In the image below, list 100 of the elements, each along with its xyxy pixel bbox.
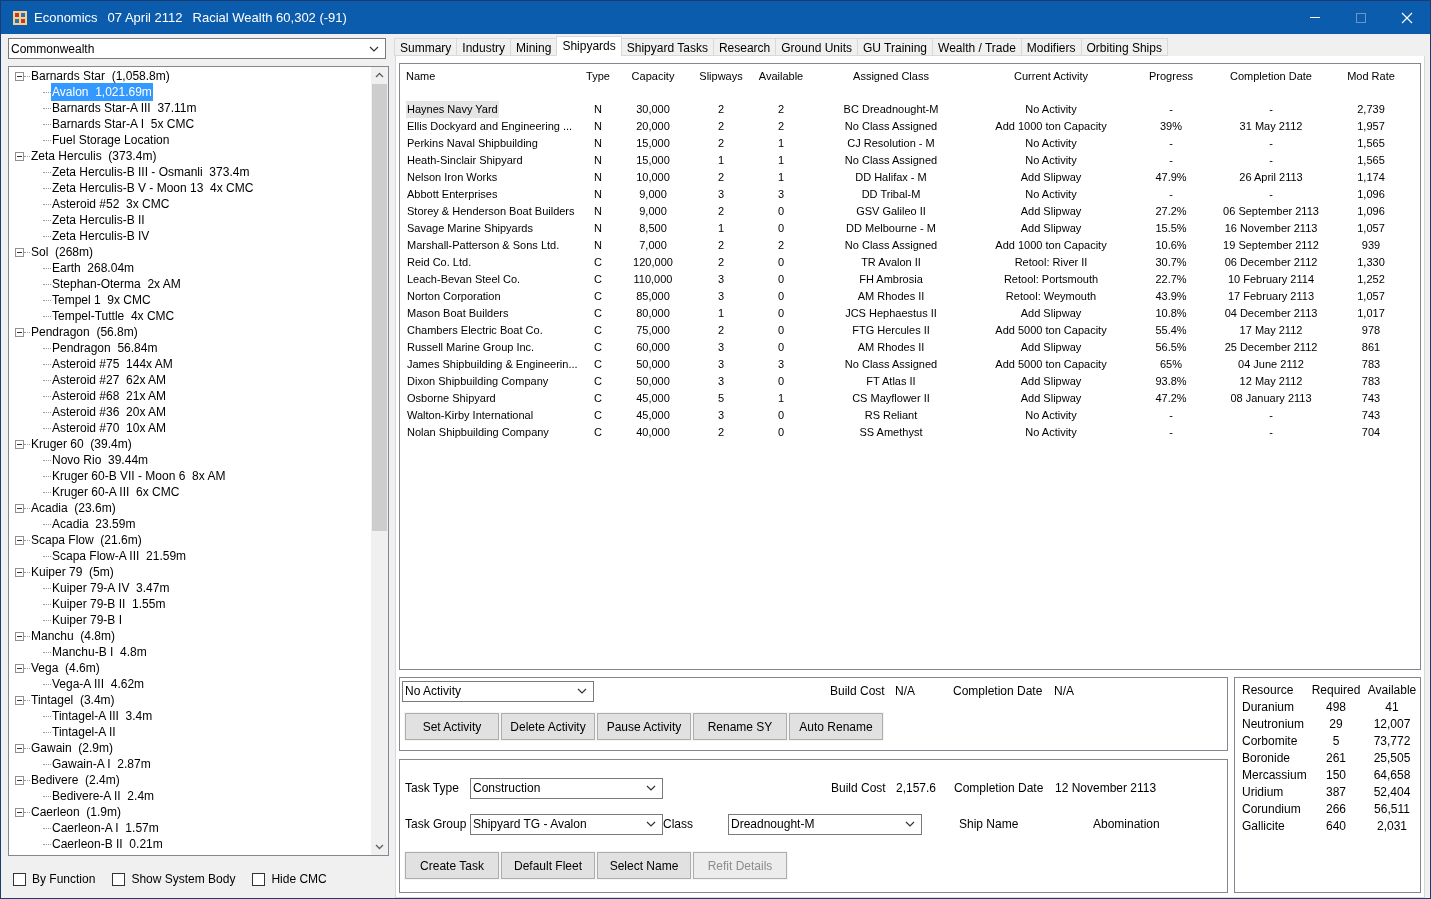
table-cell[interactable]: Leach-Bevan Steel Co. <box>406 271 522 288</box>
tree-node[interactable]: Stephan-Oterma 2x AM <box>51 275 182 293</box>
table-cell[interactable]: Abbott Enterprises <box>406 186 499 203</box>
tree-node[interactable]: Pendragon 56.84m <box>51 339 159 357</box>
collapse-icon[interactable] <box>15 247 24 257</box>
tree-node[interactable]: Fuel Storage Location <box>51 131 171 149</box>
tree-node[interactable]: Gawain-A I 2.87m <box>51 755 152 773</box>
chevron-down-icon[interactable] <box>375 844 384 850</box>
action-button[interactable]: Default Fleet <box>501 852 595 879</box>
chevron-up-icon[interactable] <box>375 72 384 78</box>
table-cell[interactable]: Storey & Henderson Boat Builders <box>406 203 576 220</box>
tree-node[interactable]: Barnards Star-A III 37.11m <box>51 99 198 117</box>
tab[interactable]: Wealth / Trade <box>932 38 1022 56</box>
table-cell[interactable]: Heath-Sinclair Shipyard <box>406 152 524 169</box>
task-type-dropdown[interactable]: Construction <box>470 777 663 799</box>
tree-node[interactable]: Asteroid #27 62x AM <box>51 371 168 389</box>
tree-node[interactable]: Manchu (4.8m) <box>30 627 117 645</box>
tree-node[interactable]: Kuiper 79-B II 1.55m <box>51 595 167 613</box>
collapse-icon[interactable] <box>15 535 24 545</box>
collapse-icon[interactable] <box>15 151 24 161</box>
tree-node[interactable]: Scapa Flow (21.6m) <box>30 531 143 549</box>
tree-node[interactable]: Zeta Herculis (373.4m) <box>30 147 158 165</box>
tree-node[interactable]: Tintagel-A II <box>51 723 117 741</box>
checkbox[interactable] <box>252 872 266 886</box>
tree-node[interactable]: Scapa Flow-A III 21.59m <box>51 547 188 565</box>
table-cell[interactable]: Norton Corporation <box>406 288 502 305</box>
empire-dropdown[interactable]: Commonwealth <box>8 38 386 59</box>
table-cell[interactable]: Reid Co. Ltd. <box>406 254 473 271</box>
class-dropdown[interactable]: Dreadnought-M <box>728 813 922 835</box>
tree-node[interactable]: Asteroid #70 10x AM <box>51 419 168 437</box>
table-cell[interactable]: Nolan Shipbuilding Company <box>406 424 550 441</box>
collapse-icon[interactable] <box>15 775 24 785</box>
tree-node[interactable]: Tintagel-A III 3.4m <box>51 707 154 725</box>
scrollbar[interactable] <box>371 67 388 855</box>
column-header[interactable]: Slipways <box>696 68 746 85</box>
tree-node[interactable]: Kruger 60-A III 6x CMC <box>51 483 181 501</box>
tab[interactable]: GU Training <box>857 38 933 56</box>
table-cell[interactable]: Perkins Naval Shipbuilding <box>406 135 539 152</box>
collapse-icon[interactable] <box>15 327 24 337</box>
close-icon[interactable] <box>1401 11 1413 24</box>
tree-node[interactable]: Tempel 1 9x CMC <box>51 291 152 309</box>
table-cell[interactable]: Dixon Shipbuilding Company <box>406 373 550 390</box>
tree-node[interactable]: Kruger 60-B VII - Moon 6 8x AM <box>51 467 227 485</box>
tree-node[interactable]: Barnards Star-A I 5x CMC <box>51 115 196 133</box>
tree-node[interactable]: Zeta Herculis-B III - Osmanli 373.4m <box>51 163 251 181</box>
collapse-icon[interactable] <box>15 439 24 449</box>
column-header[interactable]: Current Activity <box>966 68 1136 85</box>
table-cell[interactable]: Savage Marine Shipyards <box>406 220 534 237</box>
action-button[interactable]: Auto Rename <box>789 713 883 740</box>
tree-node[interactable]: Kuiper 79 (5m) <box>30 563 115 581</box>
table-cell[interactable]: Ellis Dockyard and Engineering ... <box>406 118 574 135</box>
table-cell[interactable]: Walton-Kirby International <box>406 407 535 424</box>
collapse-icon[interactable] <box>15 567 24 577</box>
tab[interactable]: Shipyard Tasks <box>620 38 714 56</box>
tree-node[interactable]: Kruger 60 (39.4m) <box>30 435 133 453</box>
tree-node[interactable]: Asteroid #68 21x AM <box>51 387 168 405</box>
tab[interactable]: Ground Units <box>775 38 858 56</box>
activity-dropdown[interactable]: No Activity <box>402 680 594 702</box>
tree-node[interactable]: Gawain (2.9m) <box>30 739 115 757</box>
tree-node[interactable]: Acadia (23.6m) <box>30 499 117 517</box>
tree-node[interactable]: Novo Rio 39.44m <box>51 451 150 469</box>
column-header[interactable]: Type <box>586 68 610 85</box>
tree-node[interactable]: Asteroid #52 3x CMC <box>51 195 171 213</box>
column-header[interactable]: Assigned Class <box>816 68 966 85</box>
tree-node[interactable]: Pendragon (56.8m) <box>30 323 139 341</box>
tree-node[interactable]: Vega (4.6m) <box>30 659 101 677</box>
table-cell[interactable]: Mason Boat Builders <box>406 305 510 322</box>
tree-node[interactable]: Kuiper 79-A IV 3.47m <box>51 579 171 597</box>
collapse-icon[interactable] <box>15 807 24 817</box>
tab[interactable]: Modifiers <box>1020 38 1082 56</box>
tab[interactable]: Orbiting Ships <box>1080 38 1168 56</box>
table-cell[interactable]: Marshall-Patterson & Sons Ltd. <box>406 237 561 254</box>
table-cell[interactable]: Osborne Shipyard <box>406 390 497 407</box>
tree-node[interactable]: Manchu-B I 4.8m <box>51 643 148 661</box>
column-header[interactable]: Progress <box>1136 68 1206 85</box>
tree-node[interactable]: Asteroid #36 20x AM <box>51 403 168 421</box>
column-header[interactable]: Capacity <box>610 68 696 85</box>
column-header[interactable]: Name <box>406 68 586 85</box>
tree-node[interactable]: Caerleon-B II 0.21m <box>51 835 164 853</box>
column-header[interactable]: Mod Rate <box>1336 68 1406 85</box>
collapse-icon[interactable] <box>15 743 24 753</box>
tree-node[interactable]: Caerleon-A I 1.57m <box>51 819 160 837</box>
tree-node[interactable]: Earth 268.04m <box>51 259 136 277</box>
tree-node[interactable]: Bedivere (2.4m) <box>30 771 121 789</box>
scroll-thumb[interactable] <box>372 84 387 531</box>
tab[interactable]: Shipyards <box>556 36 622 56</box>
action-button[interactable]: Set Activity <box>405 713 499 740</box>
action-button[interactable]: Delete Activity <box>501 713 595 740</box>
action-button[interactable]: Rename SY <box>693 713 787 740</box>
checkbox[interactable] <box>112 872 126 886</box>
tree-node[interactable]: Tintagel (3.4m) <box>30 691 116 709</box>
table-cell[interactable]: Haynes Navy Yard <box>406 101 499 118</box>
collapse-icon[interactable] <box>15 695 24 705</box>
column-header[interactable]: Available <box>746 68 816 85</box>
collapse-icon[interactable] <box>15 503 24 513</box>
tree-node[interactable]: Kuiper 79-B I <box>51 611 124 629</box>
tab[interactable]: Industry <box>456 38 512 56</box>
collapse-icon[interactable] <box>15 663 24 673</box>
tree-node[interactable]: Barnards Star (1,058.8m) <box>30 67 171 85</box>
table-cell[interactable]: Chambers Electric Boat Co. <box>406 322 544 339</box>
